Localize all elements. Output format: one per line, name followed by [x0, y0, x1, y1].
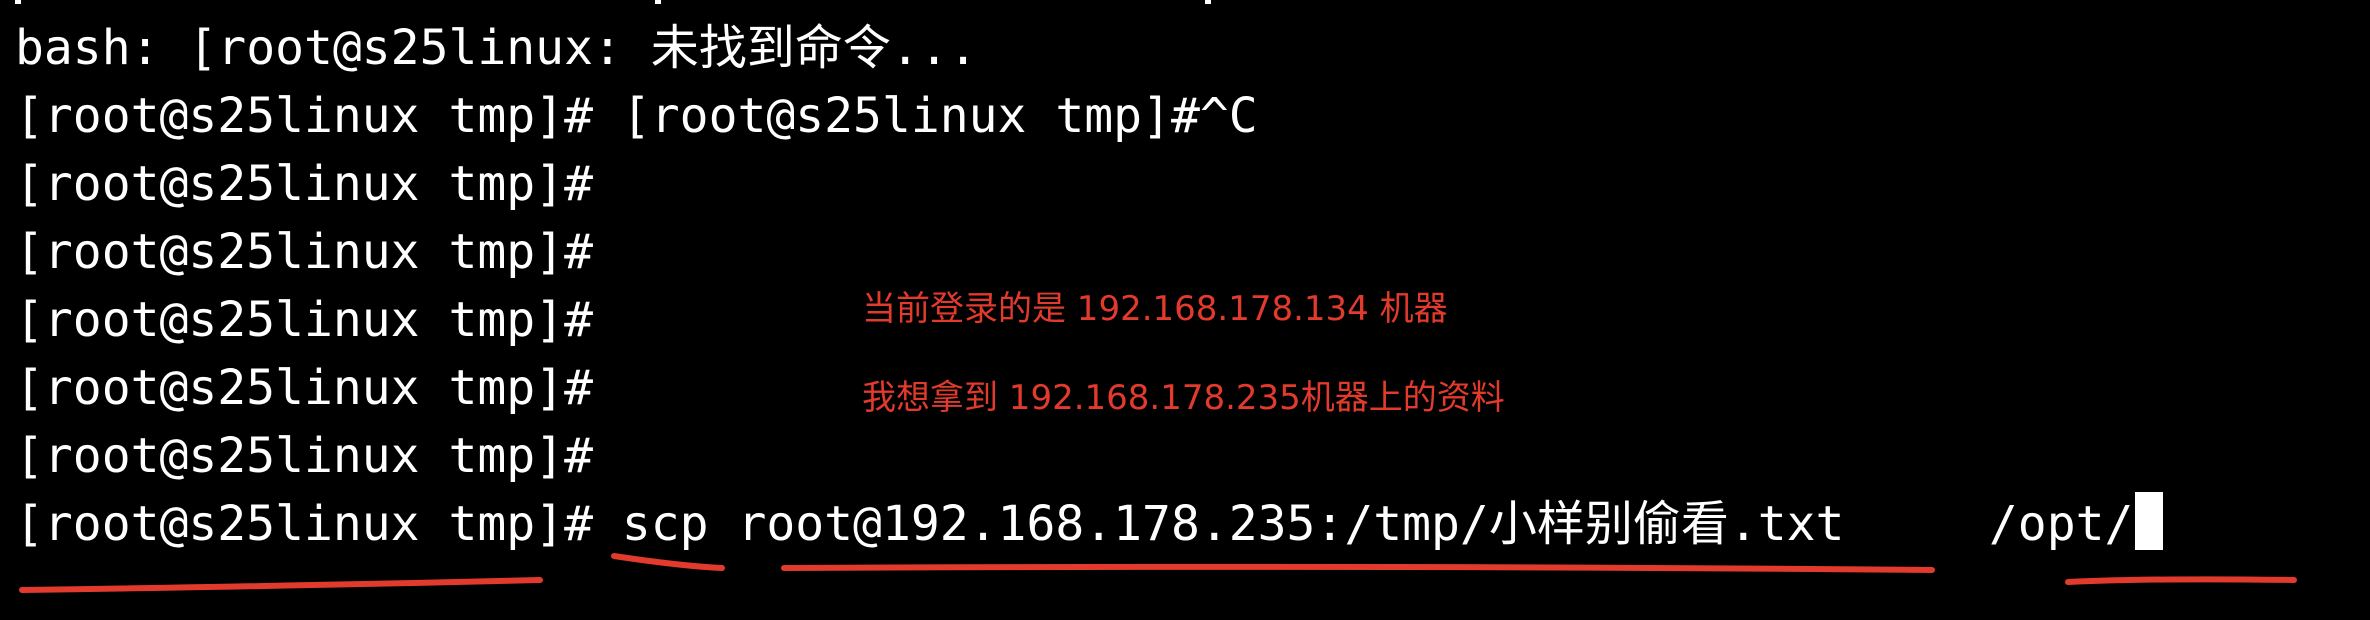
underline-destination-path: [2065, 576, 2297, 585]
scp-command-text[interactable]: scp root@192.168.178.235:/tmp/小样别偷看.txt …: [593, 496, 2134, 552]
terminal-line-prompt: [root@s25linux tmp]#: [15, 292, 593, 348]
command-prompt: [root@s25linux tmp]#: [15, 496, 593, 552]
terminal-line-prompt: [root@s25linux tmp]#: [15, 156, 593, 212]
terminal-window[interactable]: bash: [root@s25linux: 未找到命令... [root@s25…: [0, 0, 2370, 620]
underline-prompt: [19, 577, 543, 593]
annotation-current-host: 当前登录的是 192.168.178.134 机器: [862, 289, 1448, 329]
terminal-line-prompt: [root@s25linux tmp]#: [15, 360, 593, 416]
terminal-command-line[interactable]: [root@s25linux tmp]# scp root@192.168.17…: [15, 490, 2164, 558]
clipped-previous-line: [15, 0, 1215, 4]
terminal-line-prompt: [root@s25linux tmp]#: [15, 428, 593, 484]
terminal-line-prompt: [root@s25linux tmp]#: [15, 224, 593, 280]
annotation-target-host: 我想拿到 192.168.178.235机器上的资料: [862, 378, 1505, 418]
terminal-line-error: bash: [root@s25linux: 未找到命令...: [15, 20, 978, 76]
underline-source-path: [781, 563, 1935, 573]
text-cursor: [2135, 492, 2164, 550]
terminal-line-interrupted: [root@s25linux tmp]# [root@s25linux tmp]…: [15, 88, 1258, 144]
